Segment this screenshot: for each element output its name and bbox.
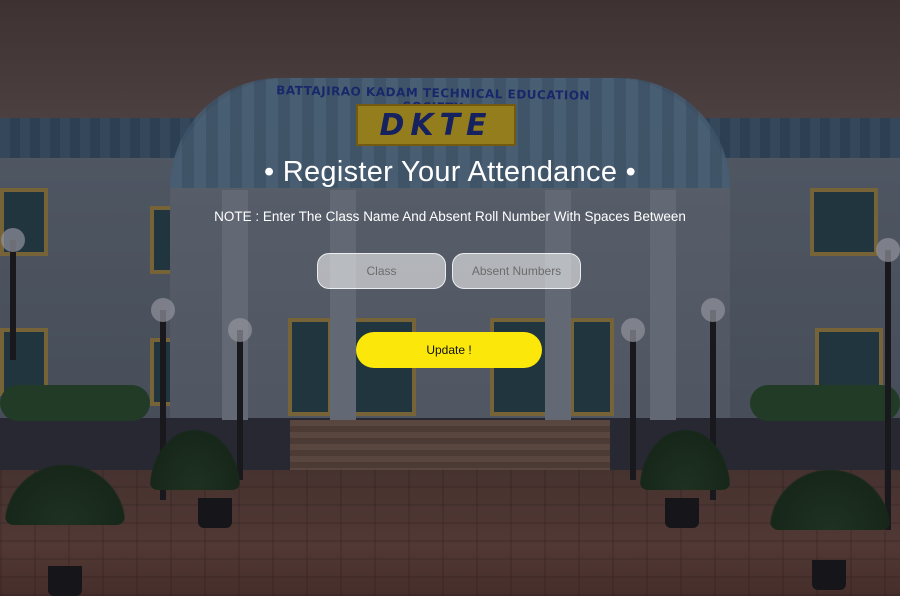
dark-overlay bbox=[0, 0, 900, 596]
background-campus-photo: BATTAJIRAO KADAM TECHNICAL EDUCATION SOC… bbox=[0, 0, 900, 596]
update-button[interactable]: Update ! bbox=[356, 332, 542, 368]
instruction-note: NOTE : Enter The Class Name And Absent R… bbox=[214, 209, 686, 224]
page-title: • Register Your Attendance • bbox=[263, 156, 637, 188]
absent-numbers-input[interactable] bbox=[452, 253, 581, 289]
class-input[interactable] bbox=[317, 253, 446, 289]
